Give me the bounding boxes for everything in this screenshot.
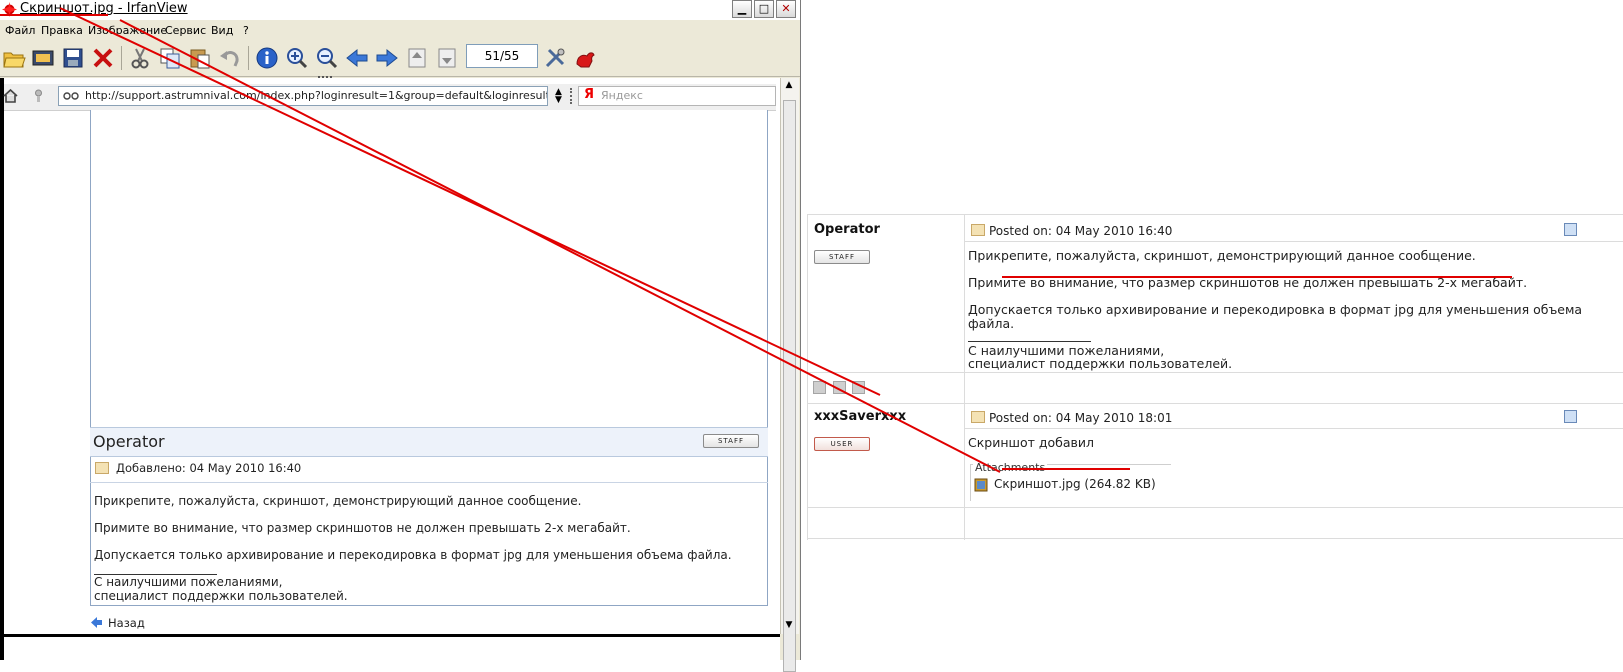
row-divider: [807, 538, 1623, 539]
resize-grip: [318, 76, 332, 81]
print-icon[interactable]: [813, 381, 826, 394]
row-divider: [965, 241, 1623, 242]
identity-icon[interactable]: [31, 88, 46, 103]
inner-message-line: Прикрепите, пожалуйста, скриншот, демонс…: [94, 494, 582, 508]
divider: [90, 482, 768, 483]
slideshow-icon[interactable]: [31, 46, 55, 70]
post-date: Posted on: 04 May 2010 16:40: [989, 224, 1173, 238]
quote-icon[interactable]: [1564, 223, 1577, 236]
attachments-label: Attachments: [973, 461, 1048, 474]
image-file-icon: [974, 478, 988, 492]
save-icon[interactable]: [61, 46, 85, 70]
quote-icon[interactable]: [1564, 410, 1577, 423]
back-arrow-icon[interactable]: [90, 616, 103, 629]
last-page-icon[interactable]: [435, 46, 459, 70]
inner-message-line: Допускается только архивирование и перек…: [94, 548, 732, 562]
cut-icon[interactable]: [128, 46, 152, 70]
minimize-button[interactable]: ▁: [732, 0, 752, 18]
row-divider: [965, 428, 1623, 429]
zoom-out-icon[interactable]: [315, 46, 339, 70]
previous-icon[interactable]: [345, 46, 369, 70]
signature-divider: [968, 341, 1091, 342]
row-divider: [807, 214, 1623, 215]
column-divider: [807, 214, 808, 540]
paste-icon[interactable]: [188, 46, 212, 70]
post-date-icon: [95, 462, 109, 474]
menu-image[interactable]: Изображение: [88, 24, 167, 37]
first-page-icon[interactable]: [405, 46, 429, 70]
irfanview-logo-icon[interactable]: [573, 46, 597, 70]
irfanview-app-icon: [2, 2, 17, 17]
toolbar-grip: [570, 88, 575, 104]
vertical-scrollbar[interactable]: [780, 78, 799, 672]
attachment-link[interactable]: Скриншот.jpg (264.82 KB): [994, 477, 1156, 491]
undo-icon[interactable]: [218, 46, 242, 70]
message-line: файла.: [968, 316, 1015, 331]
dropdown-arrows-icon[interactable]: ▲ ▼: [555, 88, 563, 105]
row-divider: [807, 372, 1623, 373]
address-bar[interactable]: http://support.astrumnival.com/index.php…: [58, 86, 548, 106]
staff-badge: STAFF: [814, 250, 870, 264]
toolbar: [0, 40, 800, 77]
post-author-name: xxxSaverxxx: [814, 409, 907, 424]
post-author-name: Operator: [814, 222, 880, 237]
inner-signature-line: С наилучшими пожеланиями,: [94, 575, 283, 589]
inner-message-line: Примите во внимание, что размер скриншот…: [94, 521, 631, 535]
toolbar-separator: [121, 46, 122, 70]
edit-icon[interactable]: [833, 381, 846, 394]
message-line: Допускается только архивирование и перек…: [968, 302, 1583, 317]
site-favicon-icon: [63, 92, 79, 100]
inner-staff-badge: STAFF: [703, 434, 759, 448]
inner-post-date: Добавлено: 04 May 2010 16:40: [116, 461, 302, 475]
message-line: Примите во внимание, что размер скриншот…: [968, 275, 1528, 290]
scrollbar-thumb[interactable]: [783, 100, 796, 672]
yandex-logo-icon: Я: [584, 87, 595, 102]
scroll-up-arrow-icon[interactable]: ▲: [781, 80, 797, 94]
zoom-in-icon[interactable]: [285, 46, 309, 70]
settings-icon[interactable]: [543, 46, 567, 70]
close-button[interactable]: ✕: [776, 0, 796, 18]
yandex-search-input[interactable]: Яндекс: [578, 86, 776, 106]
ticket-posts-panel: Operator STAFF Posted on: 04 May 2010 16…: [807, 214, 1623, 544]
menu-edit[interactable]: Правка: [41, 24, 83, 37]
inner-post-header: [90, 427, 768, 457]
page-counter-field[interactable]: 51/55: [466, 44, 538, 68]
signature-line: специалист поддержки пользователей.: [968, 356, 1233, 371]
message-line: Прикрепите, пожалуйста, скриншот, демонс…: [968, 248, 1476, 263]
menu-help[interactable]: ?: [243, 24, 249, 37]
row-divider: [807, 403, 1623, 404]
irfanview-window: Скриншот.jpg - IrfanView ▁ □ ✕ Файл Прав…: [0, 0, 801, 672]
row-divider: [807, 507, 1623, 508]
window-title: Скриншот.jpg - IrfanView: [20, 1, 188, 16]
maximize-button[interactable]: □: [754, 0, 774, 18]
home-icon[interactable]: [3, 88, 18, 103]
open-icon[interactable]: [2, 46, 26, 70]
toolbar-separator: [248, 46, 249, 70]
image-bottom-border: [0, 634, 780, 637]
menu-bar: Файл Правка Изображение Сервис Вид ?: [0, 20, 800, 40]
inner-author-name: Operator: [93, 432, 165, 451]
delete-icon[interactable]: [91, 46, 115, 70]
back-link[interactable]: Назад: [108, 616, 145, 630]
column-divider: [964, 214, 965, 540]
scroll-down-arrow-icon[interactable]: ▼: [781, 620, 797, 634]
info-icon[interactable]: [255, 46, 279, 70]
post-date: Posted on: 04 May 2010 18:01: [989, 411, 1173, 425]
menu-file[interactable]: Файл: [5, 24, 35, 37]
title-bar: Скриншот.jpg - IrfanView ▁ □ ✕: [0, 0, 800, 20]
message-line: Скриншот добавил: [968, 435, 1094, 450]
next-icon[interactable]: [375, 46, 399, 70]
menu-view[interactable]: Вид: [211, 24, 233, 37]
menu-options[interactable]: Сервис: [165, 24, 206, 37]
inner-signature-line: специалист поддержки пользователей.: [94, 589, 348, 603]
copy-icon[interactable]: [158, 46, 182, 70]
post-date-icon: [971, 411, 985, 423]
user-badge: USER: [814, 437, 870, 451]
trash-icon[interactable]: [852, 381, 865, 394]
post-date-icon: [971, 224, 985, 236]
